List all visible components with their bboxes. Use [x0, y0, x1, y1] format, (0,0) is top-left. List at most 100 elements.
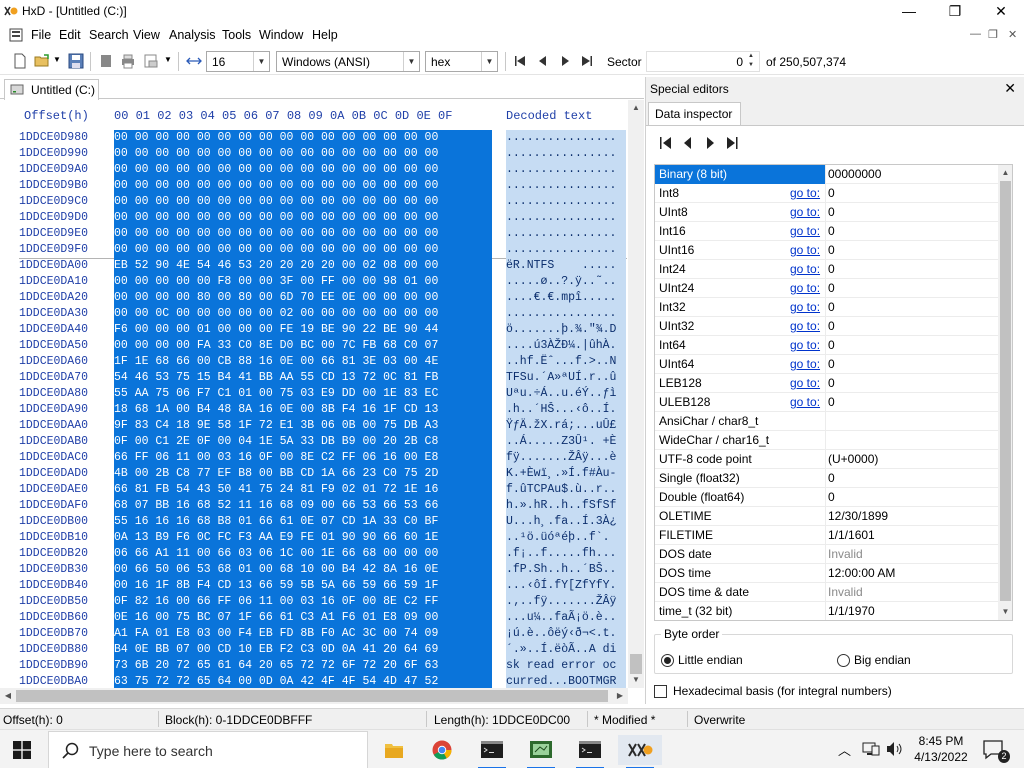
little-endian-label[interactable]: Little endian: [678, 653, 743, 667]
open-folder-icon[interactable]: [34, 53, 50, 69]
row-hex-bytes[interactable]: 4B 00 2B C8 77 EF B8 00 BB CD 1A 66 23 C…: [114, 466, 492, 482]
bytes-per-row-select[interactable]: 16 ▼: [206, 51, 270, 72]
hex-row[interactable]: 1DDCE0DA90 18 68 1A 00 B4 48 8A 16 0E 00 …: [0, 402, 628, 418]
hex-row[interactable]: 1DDCE0DA00 EB 52 90 4E 54 46 53 20 20 20 …: [0, 258, 628, 274]
chevron-up-icon[interactable]: ︿: [838, 740, 851, 759]
row-hex-bytes[interactable]: 00 00 00 00 00 00 00 00 00 00 00 00 00 0…: [114, 242, 492, 258]
row-hex-bytes[interactable]: 0F 82 16 00 66 FF 06 11 00 03 16 0F 00 8…: [114, 594, 492, 610]
inspector-row[interactable]: Int24 go to: 0: [655, 260, 998, 279]
hex-row[interactable]: 1DDCE0DA40 F6 00 00 00 01 00 00 00 FE 19 …: [0, 322, 628, 338]
file-explorer-icon[interactable]: [372, 735, 416, 765]
scroll-left-icon[interactable]: ◀: [0, 688, 16, 704]
hex-row[interactable]: 1DDCE0D9E0 00 00 00 00 00 00 00 00 00 00 …: [0, 226, 628, 242]
inspector-value[interactable]: 0: [828, 319, 835, 333]
hex-row[interactable]: 1DDCE0DB70 A1 FA 01 E8 03 00 F4 EB FD 8B …: [0, 626, 628, 642]
row-hex-bytes[interactable]: 00 66 50 06 53 68 01 00 68 10 00 B4 42 8…: [114, 562, 492, 578]
row-hex-bytes[interactable]: F6 00 00 00 01 00 00 00 FE 19 BE 90 22 B…: [114, 322, 492, 338]
hex-row[interactable]: 1DDCE0DAD0 4B 00 2B C8 77 EF B8 00 BB CD …: [0, 466, 628, 482]
scrollbar-thumb[interactable]: [630, 654, 642, 674]
network-icon[interactable]: [862, 741, 880, 757]
row-decoded-text[interactable]: K.+Èwï¸.»Í.f#Àu-: [506, 466, 626, 482]
next-sector-icon[interactable]: [557, 53, 573, 69]
row-hex-bytes[interactable]: 00 00 00 00 00 00 00 00 00 00 00 00 00 0…: [114, 162, 492, 178]
scrollbar-thumb[interactable]: [16, 690, 608, 702]
inspector-row[interactable]: Int8 go to: 0: [655, 184, 998, 203]
properties-dropdown-icon[interactable]: ▼: [164, 55, 172, 64]
row-decoded-text[interactable]: TFSu.´A»ªUÍ.r..û: [506, 370, 626, 386]
row-decoded-text[interactable]: .f¡..f.....fh...: [506, 546, 626, 562]
inspector-value[interactable]: 0: [828, 281, 835, 295]
inspector-value[interactable]: 12:00:00 AM: [828, 566, 895, 580]
row-decoded-text[interactable]: ...u¼..faÃ¡ö.è..: [506, 610, 626, 626]
inspector-row[interactable]: Int64 go to: 0: [655, 336, 998, 355]
inspector-value[interactable]: Invalid: [828, 547, 863, 561]
status-mode[interactable]: Overwrite: [694, 713, 745, 727]
row-decoded-text[interactable]: ´.»..Í.ëòÃ..A di: [506, 642, 626, 658]
row-decoded-text[interactable]: ................: [506, 162, 626, 178]
scroll-up-icon[interactable]: ▲: [628, 100, 644, 116]
hex-row[interactable]: 1DDCE0DAE0 66 81 FB 54 43 50 41 75 24 81 …: [0, 482, 628, 498]
hex-row[interactable]: 1DDCE0DA30 00 00 0C 00 00 00 00 00 02 00 …: [0, 306, 628, 322]
first-sector-icon[interactable]: [512, 53, 528, 69]
row-decoded-text[interactable]: ....€.€.mpî.....: [506, 290, 626, 306]
row-hex-bytes[interactable]: 00 00 00 00 00 F8 00 00 3F 00 FF 00 00 9…: [114, 274, 492, 290]
menu-file[interactable]: File: [31, 28, 51, 42]
row-decoded-text[interactable]: sk read error oc: [506, 658, 626, 674]
scroll-down-icon[interactable]: ▼: [998, 604, 1012, 620]
close-icon[interactable]: ✕: [1004, 80, 1016, 97]
inspector-row[interactable]: UInt16 go to: 0: [655, 241, 998, 260]
open-dropdown-icon[interactable]: ▼: [53, 55, 61, 64]
horizontal-scrollbar[interactable]: ◀ ▶: [0, 688, 628, 704]
hex-row[interactable]: 1DDCE0DB30 00 66 50 06 53 68 01 00 68 10 …: [0, 562, 628, 578]
hex-row[interactable]: 1DDCE0DAC0 66 FF 06 11 00 03 16 0F 00 8E …: [0, 450, 628, 466]
row-decoded-text[interactable]: .....ø..?.ÿ..˜..: [506, 274, 626, 290]
inspector-row[interactable]: Double (float64) 0: [655, 488, 998, 507]
inspector-value[interactable]: 1/1/1970: [828, 604, 875, 618]
menu-view[interactable]: View: [133, 28, 160, 42]
last-sector-icon[interactable]: [579, 53, 595, 69]
clock-time[interactable]: 8:45 PM: [912, 734, 970, 748]
hex-basis-label[interactable]: Hexadecimal basis (for integral numbers): [673, 684, 892, 698]
hex-row[interactable]: 1DDCE0DA80 55 AA 75 06 F7 C1 01 00 75 03 …: [0, 386, 628, 402]
row-decoded-text[interactable]: ŸƒÄ.žX.rá;...uÛ£: [506, 418, 626, 434]
inspector-row[interactable]: time_t (32 bit) 1/1/1970: [655, 602, 998, 620]
offset-base-select[interactable]: hex ▼: [425, 51, 498, 72]
hex-row[interactable]: 1DDCE0D990 00 00 00 00 00 00 00 00 00 00 …: [0, 146, 628, 162]
windows-start-icon[interactable]: [13, 741, 31, 759]
hex-row[interactable]: 1DDCE0DA70 54 46 53 75 15 B4 41 BB AA 55 …: [0, 370, 628, 386]
row-decoded-text[interactable]: ....ú3ÀŽÐ¼.|ûhÀ.: [506, 338, 626, 354]
terminal-icon[interactable]: [568, 735, 612, 768]
hex-row[interactable]: 1DDCE0DB20 06 66 A1 11 00 66 03 06 1C 00 …: [0, 546, 628, 562]
properties-icon[interactable]: [143, 53, 159, 69]
mdi-restore-icon[interactable]: ❐: [988, 28, 998, 41]
network-app-icon[interactable]: [519, 735, 563, 768]
row-decoded-text[interactable]: ................: [506, 130, 626, 146]
inspector-value[interactable]: 0: [828, 376, 835, 390]
hex-row[interactable]: 1DDCE0DB00 55 16 16 16 68 B8 01 66 61 0E …: [0, 514, 628, 530]
clock-date[interactable]: 4/13/2022: [908, 750, 974, 764]
hex-row[interactable]: 1DDCE0DB10 0A 13 B9 F6 0C FC F3 AA E9 FE …: [0, 530, 628, 546]
goto-link[interactable]: go to:: [790, 357, 820, 371]
save-icon[interactable]: [68, 53, 84, 69]
row-decoded-text[interactable]: ëR.NTFS .....: [506, 258, 626, 274]
first-icon[interactable]: [658, 136, 674, 150]
hex-row[interactable]: 1DDCE0DAB0 0F 00 C1 2E 0F 00 04 1E 5A 33 …: [0, 434, 628, 450]
inspector-row[interactable]: UInt8 go to: 0: [655, 203, 998, 222]
hex-row[interactable]: 1DDCE0DA10 00 00 00 00 00 F8 00 00 3F 00 …: [0, 274, 628, 290]
row-hex-bytes[interactable]: 00 00 00 00 00 00 00 00 00 00 00 00 00 0…: [114, 130, 492, 146]
inspector-row[interactable]: WideChar / char16_t: [655, 431, 998, 450]
row-decoded-text[interactable]: ................: [506, 226, 626, 242]
row-hex-bytes[interactable]: 0E 16 00 75 BC 07 1F 66 61 C3 A1 F6 01 E…: [114, 610, 492, 626]
row-hex-bytes[interactable]: 00 00 00 00 00 00 00 00 00 00 00 00 00 0…: [114, 146, 492, 162]
hex-editor[interactable]: Offset(h) 00 01 02 03 04 05 06 07 08 09 …: [0, 100, 644, 704]
sector-input[interactable]: 0 ▲ ▼: [646, 51, 760, 72]
row-hex-bytes[interactable]: B4 0E BB 07 00 CD 10 EB F2 C3 0D 0A 41 2…: [114, 642, 492, 658]
menu-help[interactable]: Help: [312, 28, 338, 42]
scrollbar-thumb[interactable]: [1000, 181, 1011, 601]
goto-link[interactable]: go to:: [790, 243, 820, 257]
inspector-value[interactable]: 0: [828, 262, 835, 276]
row-hex-bytes[interactable]: 00 00 00 00 00 00 00 00 00 00 00 00 00 0…: [114, 226, 492, 242]
row-decoded-text[interactable]: ................: [506, 146, 626, 162]
inspector-value[interactable]: 0: [828, 490, 835, 504]
goto-link[interactable]: go to:: [790, 205, 820, 219]
